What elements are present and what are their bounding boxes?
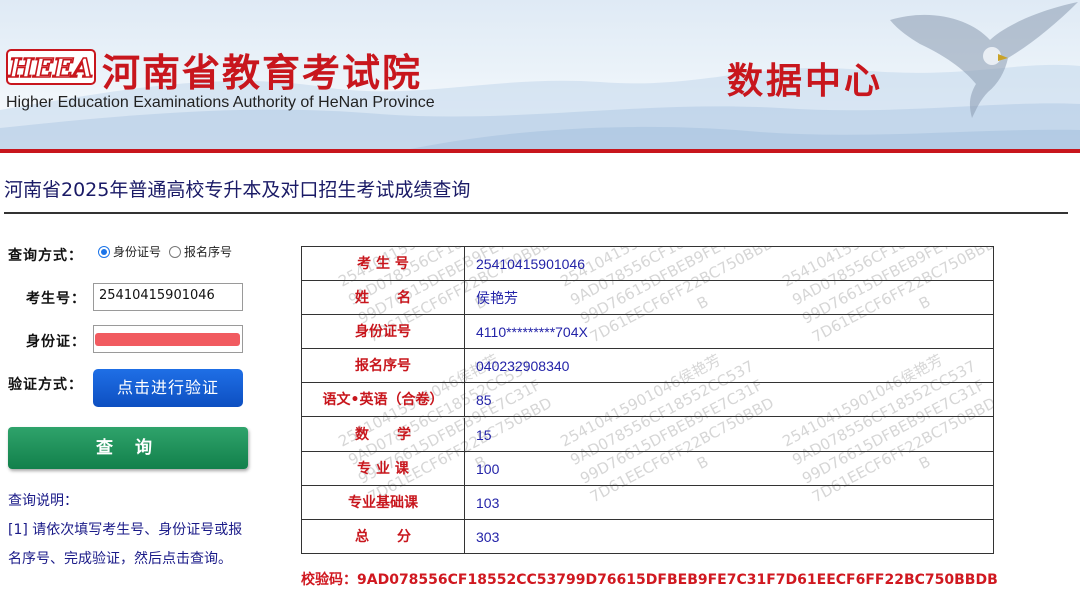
result-field-value: 103 — [476, 494, 500, 511]
exam-no-input[interactable]: 25410415901046 — [93, 283, 243, 311]
result-field-value: 4110*********704X — [476, 324, 588, 341]
checksum: 校验码：9AD078556CF18552CC53799D76615DFBEB9F… — [301, 569, 998, 589]
result-field-label: 考 生 号 — [302, 247, 465, 280]
result-field-label: 姓 名 — [302, 281, 465, 315]
verify-button[interactable]: 点击进行验证 — [93, 369, 243, 407]
title-divider — [4, 212, 1068, 214]
instructions-title: 查询说明： — [8, 493, 78, 509]
org-name-en: Higher Education Examinations Authority … — [6, 94, 435, 111]
result-field-label: 专业基础课 — [302, 485, 465, 519]
result-row: 姓 名侯艳芳 — [302, 281, 993, 316]
result-field-value: 100 — [476, 460, 500, 477]
result-field-label: 总 分 — [302, 519, 465, 553]
id-number-label: 身份证： — [26, 334, 86, 350]
header-divider — [0, 149, 1080, 153]
result-field-label: 身份证号 — [302, 315, 465, 349]
exam-no-label: 考生号： — [26, 291, 86, 307]
query-button[interactable]: 查 询 — [8, 427, 248, 469]
radio-id-number-label: 身份证号 — [113, 245, 162, 259]
heea-logo: HEEA — [6, 49, 96, 85]
radio-id-number[interactable]: 身份证号 — [98, 243, 161, 260]
checksum-value: 9AD078556CF18552CC53799D76615DFBEB9FE7C3… — [357, 572, 998, 588]
radio-registration-number[interactable]: 报名序号 — [169, 243, 232, 260]
result-row: 身份证号 4110*********704X — [302, 315, 993, 350]
verify-mode-label: 验证方式： — [8, 377, 83, 393]
radio-button-selected[interactable] — [98, 245, 110, 258]
redacted-id-mask — [95, 333, 240, 346]
query-mode-radio-group: 身份证号 报名序号 — [98, 243, 240, 260]
result-field-label: 语文•英语（合卷） — [302, 383, 465, 417]
result-field-value: 侯艳芳 — [476, 290, 518, 307]
result-field-value: 85 — [476, 392, 492, 409]
result-field-label: 数 学 — [302, 417, 465, 451]
svg-text:HEEA: HEEA — [8, 54, 93, 84]
checksum-label: 校验码： — [301, 572, 357, 588]
result-row: 专业基础课 103 — [302, 485, 993, 520]
header-banner: HEEA 河南省教育考试院 Higher Education Examinati… — [0, 0, 1080, 151]
instructions-text: [1] 请依次填写考生号、身份证号或报名序号、完成验证，然后点击查询。 — [8, 522, 243, 567]
data-center-title: 数据中心 — [727, 61, 884, 102]
result-field-label: 报名序号 — [302, 349, 465, 383]
score-result-table: 25410415901046侯艳芳9AD078556CF18552CC53799… — [301, 246, 994, 554]
result-field-value: 303 — [476, 528, 500, 545]
result-row: 语文•英语（合卷） 85 — [302, 383, 993, 418]
result-field-value: 040232908340 — [476, 358, 570, 375]
result-row: 专 业 课 100 — [302, 451, 993, 486]
result-row: 数 学 15 — [302, 417, 993, 452]
org-name: 河南省教育考试院 — [102, 51, 423, 95]
radio-button[interactable] — [169, 245, 182, 258]
radio-registration-number-label: 报名序号 — [184, 245, 233, 259]
result-row: 总 分 303 — [302, 519, 993, 553]
result-row: 考 生 号 25410415901046 — [302, 247, 993, 281]
result-field-label: 专 业 课 — [302, 451, 465, 485]
result-row: 报名序号 040232908340 — [302, 349, 993, 384]
page: HEEA 河南省教育考试院 Higher Education Examinati… — [0, 0, 1080, 609]
page-title: 河南省2025年普通高校专升本及对口招生考试成绩查询 — [4, 179, 471, 201]
result-field-value: 15 — [476, 426, 492, 443]
eagle-graphic — [890, 2, 1078, 118]
result-field-value: 25410415901046 — [476, 256, 586, 272]
query-mode-label: 查询方式： — [8, 248, 83, 264]
